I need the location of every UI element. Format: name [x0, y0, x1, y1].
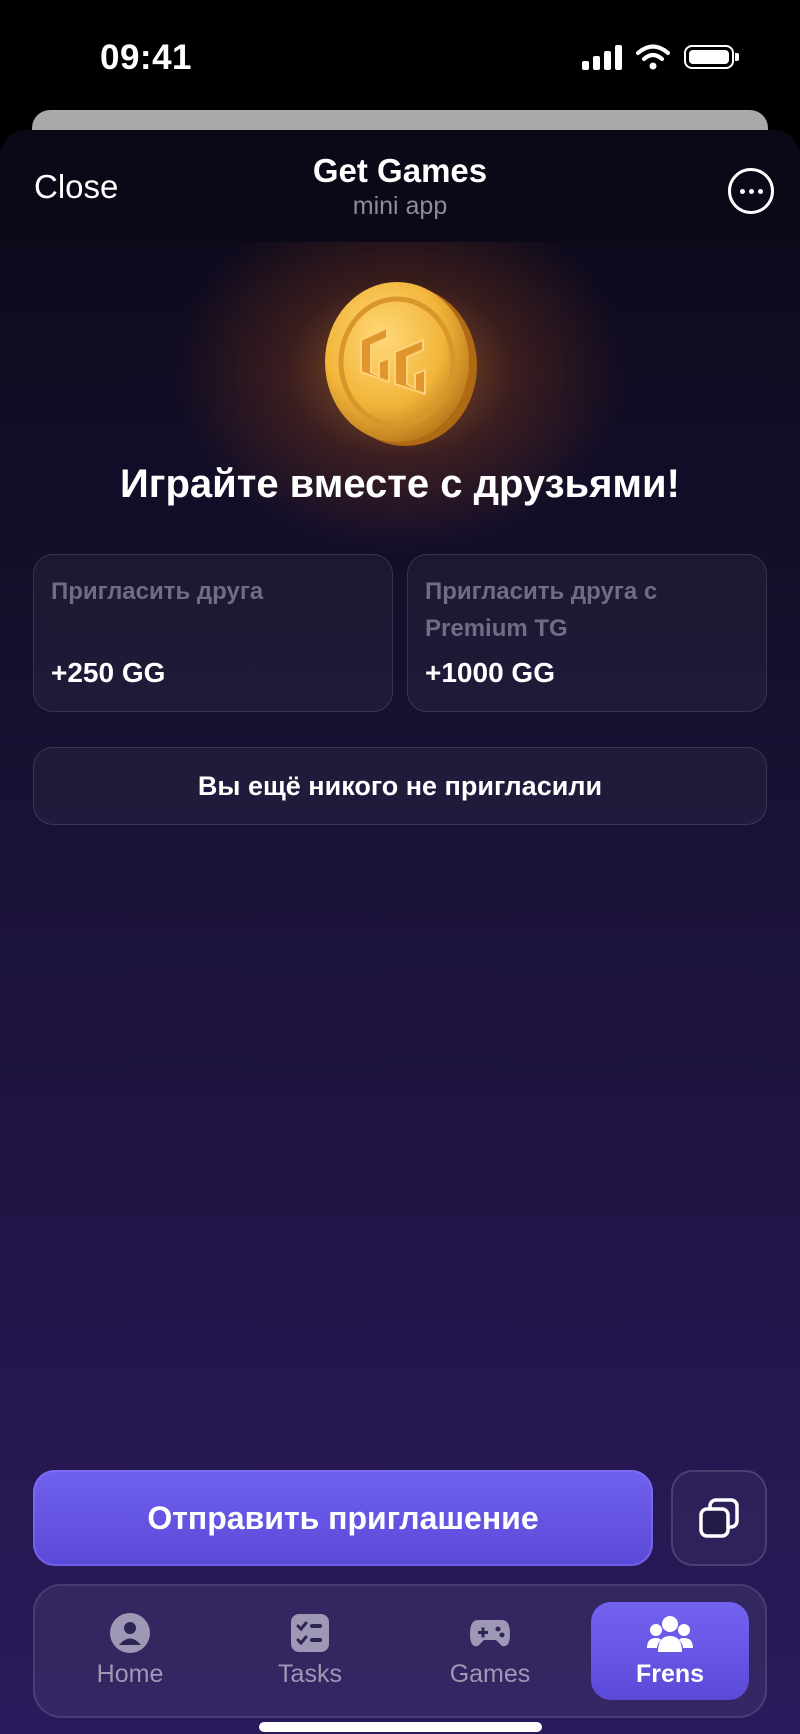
bottom-tab-bar: Home Tasks Games Frens — [33, 1584, 767, 1718]
tasks-icon — [291, 1614, 329, 1652]
send-invite-button[interactable]: Отправить приглашение — [33, 1470, 653, 1566]
tab-label: Tasks — [278, 1660, 342, 1688]
reward-card-premium: Пригласить друга с Premium TG +1000 GG — [407, 554, 767, 712]
tab-games[interactable]: Games — [411, 1602, 569, 1700]
copy-link-button[interactable] — [671, 1470, 767, 1566]
gamepad-icon — [470, 1620, 510, 1647]
home-indicator[interactable] — [259, 1722, 542, 1732]
app-title: Get Games — [312, 152, 488, 189]
reward-label: Пригласить друга с Premium TG — [425, 578, 658, 642]
tab-frens[interactable]: Frens — [591, 1602, 749, 1700]
reward-label: Пригласить друга — [51, 578, 264, 605]
title-block: Get Games mini app — [0, 152, 800, 221]
more-options-icon[interactable] — [728, 168, 774, 214]
copy-icon — [699, 1498, 739, 1538]
status-bar: 09:41 — [0, 0, 800, 110]
signal-icon — [582, 44, 622, 70]
tab-home[interactable]: Home — [51, 1602, 209, 1700]
app-subtitle: mini app — [352, 192, 448, 220]
status-icons — [582, 44, 739, 70]
wifi-icon — [636, 44, 670, 70]
home-icon — [110, 1613, 150, 1653]
page-headline: Играйте вместе с друзьями! — [120, 462, 680, 506]
mini-app-sheet: Close Get Games mini app Играйте вместе … — [0, 130, 800, 1734]
tab-label: Games — [449, 1660, 531, 1688]
app-header: Close Get Games mini app — [0, 130, 800, 242]
friends-icon — [647, 1616, 693, 1652]
reward-value: +250 GG — [51, 657, 166, 688]
status-time: 09:41 — [100, 38, 193, 77]
battery-icon — [684, 45, 739, 69]
gg-coin-icon — [315, 278, 485, 448]
tab-label: Home — [96, 1660, 164, 1688]
invited-friends-empty-state: Вы ещё никого не пригласили — [33, 747, 767, 825]
reward-card-invite: Пригласить друга +250 GG — [33, 554, 393, 712]
reward-value: +1000 GG — [425, 657, 555, 688]
tab-tasks[interactable]: Tasks — [231, 1602, 389, 1700]
tab-label: Frens — [635, 1660, 705, 1688]
